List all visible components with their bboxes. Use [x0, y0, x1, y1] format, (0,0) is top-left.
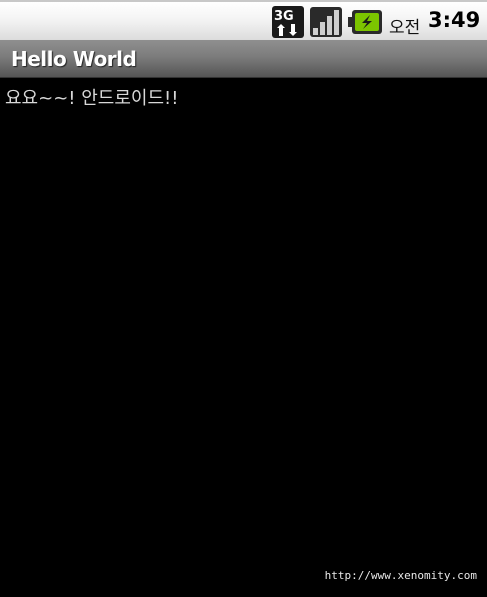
network-type-label: 3G — [274, 9, 294, 24]
status-bar: 3G 오전 3:49 — [0, 0, 487, 40]
battery-charging-icon — [348, 10, 382, 34]
signal-strength-icon — [310, 7, 342, 37]
status-clock: 3:49 — [428, 8, 481, 32]
watermark-url: http://www.xenomity.com — [324, 569, 477, 582]
hello-text-view: 요요~~! 안드로이드!! — [5, 88, 179, 109]
app-title-bar: Hello World — [0, 40, 487, 78]
app-title: Hello World — [11, 47, 137, 71]
3g-network-icon: 3G — [272, 6, 304, 38]
am-pm-label: 오전 — [389, 18, 421, 38]
phone-screen: 3G 오전 3:49 Hello World 요요~~! 안드로이드!! htt… — [0, 0, 487, 597]
